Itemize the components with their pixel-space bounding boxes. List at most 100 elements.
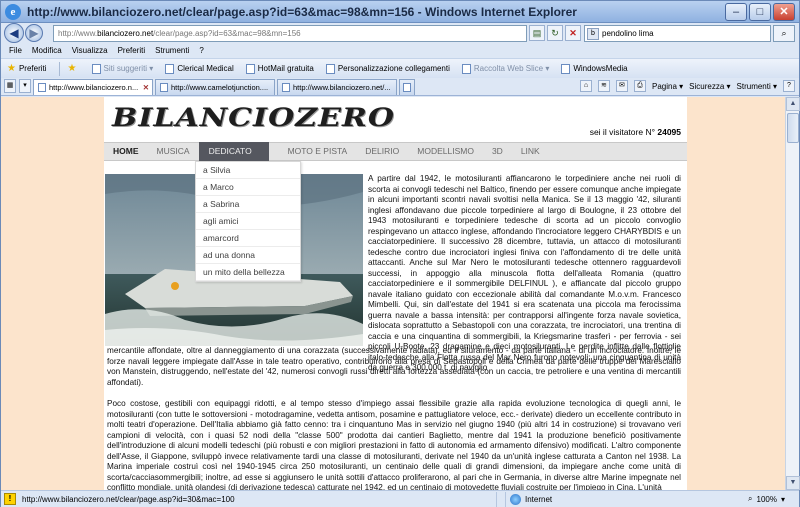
tab-bilanciozero-1[interactable]: http://www.bilanciozero.n... ✕ [33,79,153,95]
fav-label: HotMail gratuita [257,64,314,73]
maximize-button[interactable]: □ [749,3,771,21]
dropdown-item-donna[interactable]: ad una donna [196,247,300,264]
tab-label: http://www.camelotjunction.... [171,83,269,92]
site-nav: HOME MUSICA DEDICATO MOTO E PISTA DELIRI… [104,142,687,161]
scroll-down-icon[interactable]: ▼ [786,476,800,490]
forward-button[interactable]: ▶ [25,24,43,42]
tab-camelotjunction[interactable]: http://www.camelotjunction.... [155,79,275,95]
page-icon [91,63,101,74]
dropdown-item-sabrina[interactable]: a Sabrina [196,196,300,213]
dropdown-item-silvia[interactable]: a Silvia [196,162,300,179]
dropdown-item-mito[interactable]: un mito della bellezza [196,264,300,281]
close-button[interactable]: ✕ [773,3,795,21]
tools-menu[interactable]: Strumenti ▾ [737,82,777,91]
page-menu[interactable]: Pagina ▾ [652,82,683,91]
nav-link[interactable]: LINK [512,142,549,161]
address-input[interactable]: http://www. bilanciozero.net/clear/page.a… [53,24,527,42]
mail-icon[interactable]: ✉ [615,80,628,92]
favorites-button[interactable]: ★ Preferiti [7,63,47,74]
status-url: http://www.bilanciozero.net/clear/page.a… [22,494,235,504]
menu-help[interactable]: ? [199,46,203,55]
search-provider-icon: b [587,27,599,40]
nav-dedicato[interactable]: DEDICATO [198,142,269,161]
warning-icon[interactable]: ! [4,493,16,505]
tab-bilanciozero-2[interactable]: http://www.bilanciozero.net/... [277,79,397,95]
status-bar: ! http://www.bilanciozero.net/clear/page… [1,490,799,507]
minimize-button[interactable]: – [725,3,747,21]
favorites-label: Preferiti [18,64,47,73]
vertical-scrollbar[interactable]: ▲ ▼ [785,97,800,490]
zoom-icon: ⌕ [748,494,753,503]
page-viewport: BILANCIOZERO sei il visitatore N° 24095 … [1,97,785,490]
visitor-label: sei il visitatore N° [589,127,655,137]
safety-menu[interactable]: Sicurezza ▾ [689,82,730,91]
fav-label: WindowsMedia [573,64,628,73]
quick-tabs-icon[interactable]: ▦ [4,79,16,93]
print-icon[interactable]: ⎙ [633,80,646,92]
help-icon[interactable]: ? [783,80,795,92]
page-icon [561,63,571,74]
close-tab-icon[interactable]: ✕ [143,83,149,92]
url-host: bilanciozero.net [97,28,154,38]
scroll-thumb[interactable] [787,113,799,143]
search-box[interactable]: b [584,25,771,42]
nav-musica[interactable]: MUSICA [148,142,199,161]
fav-item-windowsmedia[interactable]: WindowsMedia [561,63,628,74]
fav-item-personalizzazione[interactable]: Personalizzazione collegamenti [325,63,450,74]
menu-modifica[interactable]: Modifica [32,46,62,55]
menu-file[interactable]: File [9,46,22,55]
scroll-up-icon[interactable]: ▲ [786,97,800,111]
nav-3d[interactable]: 3D [483,142,512,161]
nav-delirio[interactable]: DELIRIO [356,142,408,161]
fav-item-clerical-medical[interactable]: Clerical Medical [165,63,234,74]
page-icon [325,63,335,74]
menu-preferiti[interactable]: Preferiti [118,46,146,55]
nav-modellismo[interactable]: MODELLISMO [408,142,483,161]
add-favorite-button[interactable]: ★ [68,63,80,74]
article-text-side: A partire dal 1942, le motosiluranti aff… [368,174,681,372]
fav-label: Raccolta Web Slice ▾ [473,64,550,73]
tab-label: http://www.bilanciozero.n... [49,83,139,92]
search-input[interactable] [602,29,762,38]
stop-icon[interactable]: ✕ [565,25,581,41]
dropdown-item-marco[interactable]: a Marco [196,179,300,196]
dedicato-dropdown: a Silvia a Marco a Sabrina agli amici am… [195,161,301,282]
fav-label: Clerical Medical [177,64,234,73]
menu-strumenti[interactable]: Strumenti [155,46,189,55]
dropdown-item-amici[interactable]: agli amici [196,213,300,230]
visitor-counter: sei il visitatore N° 24095 [590,127,681,137]
home-icon[interactable]: ⌂ [579,80,592,92]
browser-window: e http://www.bilanciozero.net/clear/page… [0,0,800,507]
zone-indicator[interactable]: Internet [505,491,553,507]
site-logo[interactable]: BILANCIOZERO [112,103,395,133]
zone-label: Internet [525,494,553,504]
fav-label: Siti suggeriti ▾ [103,64,154,73]
add-favorite-icon: ★ [67,63,77,74]
feeds-icon[interactable]: ≋ [597,80,610,92]
search-icon[interactable]: ⌕ [773,25,795,42]
refresh-icon[interactable]: ↻ [547,25,563,41]
fav-label: Personalizzazione collegamenti [337,64,450,73]
address-row: ◀ ▶ http://www. bilanciozero.net/clear/pa… [1,23,799,43]
page-icon [461,63,471,74]
dropdown-item-amarcord[interactable]: amarcord [196,230,300,247]
nav-moto-e-pista[interactable]: MOTO E PISTA [279,142,357,161]
fav-item-web-slice[interactable]: Raccolta Web Slice ▾ [461,63,550,74]
nav-home[interactable]: HOME [104,142,148,161]
compatibility-view-icon[interactable]: ▤ [529,25,545,41]
fav-item-hotmail[interactable]: HotMail gratuita [245,63,314,74]
page-icon [165,63,175,74]
site-page: BILANCIOZERO sei il visitatore N° 24095 … [104,97,687,490]
menu-visualizza[interactable]: Visualizza [72,46,108,55]
page-icon [38,83,46,92]
page-icon [245,63,255,74]
article-text-continued: mercantile affondate, oltre al danneggia… [107,346,681,387]
visitor-count: 24095 [657,127,681,137]
back-button[interactable]: ◀ [4,23,24,43]
tab-list-icon[interactable]: ▾ [19,79,31,93]
fav-item-siti-suggeriti[interactable]: Siti suggeriti ▾ [91,63,154,74]
window-controls: – □ ✕ [725,3,795,21]
zoom-control[interactable]: ⌕ 100% ▾ [748,494,785,504]
url-scheme: http://www. [58,28,98,38]
new-tab-button[interactable] [399,79,415,95]
